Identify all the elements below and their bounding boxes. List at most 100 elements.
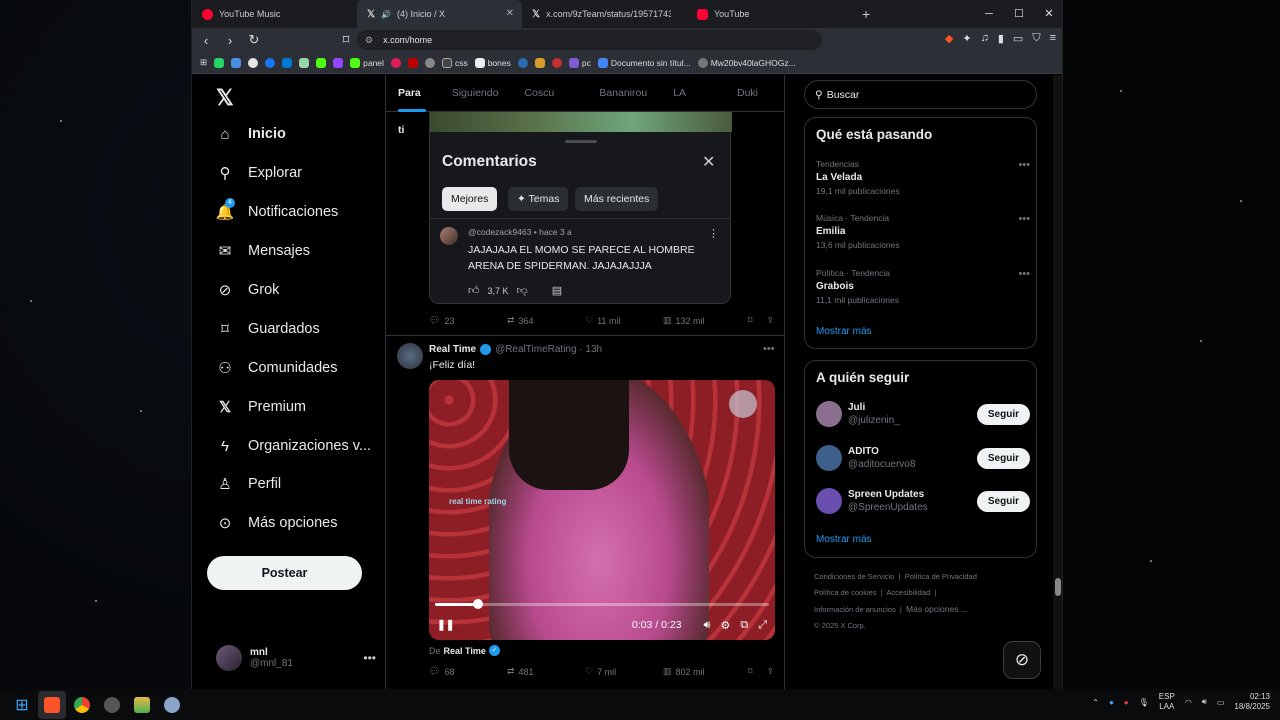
author-name[interactable]: Real Time <box>429 344 476 355</box>
sidebar-icon[interactable]: ▮ <box>998 32 1004 45</box>
tab-la-gula[interactable]: LA GULA <box>673 75 711 136</box>
tab-siguiendo[interactable]: Siguiendo <box>452 75 499 112</box>
reload-icon[interactable]: ↻ <box>244 32 264 48</box>
taskbar-brave[interactable] <box>38 690 66 719</box>
avatar[interactable] <box>397 343 423 369</box>
nav-mas-opciones[interactable]: ⊙ Más opciones <box>216 514 338 532</box>
footer-link[interactable]: Condiciones de Servicio <box>814 572 894 581</box>
nav-grok[interactable]: ⊘ Grok <box>216 281 280 299</box>
more-icon[interactable]: ••• <box>1018 268 1030 280</box>
follow-item[interactable]: Spreen Updates @SpreenUpdates Seguir <box>816 486 1030 516</box>
bookmark-bones[interactable]: bones <box>474 57 511 68</box>
pause-icon[interactable]: ❚❚ <box>437 619 455 631</box>
tab-x-status[interactable]: 𝕏x.com/9zTeam/status/19571743128 <box>522 0 687 28</box>
volume-icon[interactable]: 🔊︎ <box>1202 697 1207 707</box>
tab-para-ti[interactable]: Para ti <box>398 75 426 136</box>
follow-button[interactable]: Seguir <box>976 490 1030 512</box>
filter-mejores[interactable]: Mejores <box>442 187 498 211</box>
tray-app-icon[interactable]: ● <box>1124 698 1129 707</box>
tab-bananirou[interactable]: Bananirou <box>599 75 647 112</box>
tab-duki[interactable]: Duki <box>737 75 758 112</box>
taskbar-app[interactable] <box>128 691 156 719</box>
tray-app-icon[interactable]: ● <box>1109 698 1114 707</box>
views-button[interactable]: ▥ 132 mil <box>663 315 741 326</box>
language-indicator[interactable]: ESP LAA <box>1159 692 1175 712</box>
filter-mas-recientes[interactable]: Más recientes <box>575 187 659 211</box>
close-icon[interactable]: ✕ <box>702 152 715 172</box>
clock[interactable]: 02:13 18/8/2025 <box>1234 692 1270 712</box>
avatar[interactable] <box>440 227 458 245</box>
forward-icon[interactable]: › <box>220 33 240 48</box>
more-icon[interactable]: ••• <box>1018 159 1030 171</box>
thumbs-up-icon[interactable]: 👍︎ <box>468 284 480 297</box>
filter-temas[interactable]: ✦ Temas <box>508 187 569 211</box>
repost-button[interactable]: ⇄ 481 <box>507 666 585 677</box>
site-info-icon[interactable]: ⚙ <box>365 35 373 46</box>
nav-inicio[interactable]: ⌂ Inicio <box>216 125 285 143</box>
start-button[interactable]: ⊞ <box>8 691 36 719</box>
menu-icon[interactable]: ≡ <box>1050 32 1056 45</box>
facebook-icon[interactable] <box>265 57 276 68</box>
trend-item[interactable]: Tendencias La Velada 19,1 mil publicacio… <box>816 159 1030 196</box>
chevron-up-icon[interactable]: ⌃ <box>1092 698 1099 707</box>
nav-mensajes[interactable]: ✉ Mensajes <box>216 242 310 260</box>
views-button[interactable]: ▥ 802 mil <box>663 666 741 677</box>
bookmark-icon[interactable]: ⌑ <box>748 315 753 326</box>
share-icon[interactable]: ⇪ <box>766 666 774 677</box>
footer-link[interactable]: Más opciones ... <box>906 604 968 614</box>
like-button[interactable]: ♡ 11 mil <box>585 315 663 326</box>
nav-notificaciones[interactable]: 🔔 4 Notificaciones <box>216 198 338 221</box>
more-icon[interactable]: ••• <box>363 651 376 665</box>
back-icon[interactable]: ‹ <box>196 33 216 48</box>
close-tab-icon[interactable]: ✕ <box>506 8 514 19</box>
outlook-icon[interactable] <box>282 57 293 68</box>
thumbs-down-icon[interactable]: 👎︎ <box>517 284 528 297</box>
tab-coscu-army[interactable]: Coscu Army <box>524 75 573 136</box>
search-input[interactable]: ⚲ Buscar <box>804 80 1037 109</box>
tab-x-home[interactable]: 𝕏 🔊 (4) Inicio / X ✕ <box>357 0 522 28</box>
wallet-icon[interactable]: ▭ <box>1013 32 1023 45</box>
account-switcher[interactable]: mnl @mnl_81 ••• <box>216 645 376 671</box>
video-progress-bar[interactable] <box>435 599 769 609</box>
bookmark-pc[interactable]: pc <box>568 57 591 68</box>
bookmark-page-icon[interactable]: ⌑ <box>336 32 356 48</box>
trend-item[interactable]: Política · Tendencia Grabois 11,1 mil pu… <box>816 268 1030 305</box>
music-icon[interactable]: ♫ <box>981 32 989 45</box>
mic-icon[interactable]: 🎙︎ <box>1139 698 1149 707</box>
url-input[interactable]: ⚙ x.com/home <box>357 30 822 50</box>
scrollbar[interactable] <box>1053 75 1062 689</box>
footer-link[interactable]: Accesibilidad <box>886 588 930 597</box>
bookmark-css[interactable]: css <box>441 57 468 68</box>
shield-icon[interactable]: ⛉ <box>1032 32 1040 45</box>
footer-link[interactable]: Política de Privacidad <box>905 572 977 581</box>
bookmark-icon[interactable] <box>534 57 545 68</box>
taskbar-chrome[interactable] <box>68 691 96 719</box>
tab-youtube[interactable]: YouTube <box>687 0 852 28</box>
reply-button[interactable]: 💬︎ 68 <box>429 666 507 677</box>
follow-button[interactable]: Seguir <box>976 447 1030 469</box>
more-icon[interactable]: ••• <box>763 343 775 355</box>
follow-item[interactable]: ADITO @aditocuervo8 Seguir <box>816 443 1030 473</box>
author-handle[interactable]: @RealTimeRating · 13h <box>495 344 602 355</box>
drag-handle[interactable] <box>565 140 597 143</box>
video-player[interactable]: real time rating ❚❚ 0:03 / 0:23 🔊︎ ⚙ ⧉ ⤢ <box>429 380 775 640</box>
more-vertical-icon[interactable]: ⋮ <box>708 227 719 240</box>
nav-perfil[interactable]: ♙ Perfil <box>216 475 281 493</box>
apps-grid-icon[interactable]: ⊞ <box>200 57 207 68</box>
new-tab-icon[interactable]: + <box>862 6 870 22</box>
battery-icon[interactable]: ▭ <box>1217 698 1225 707</box>
bookmark-icon[interactable] <box>517 57 528 68</box>
kick-icon[interactable] <box>316 57 327 68</box>
reply-icon[interactable]: ▤ <box>552 284 562 297</box>
post-button[interactable]: Postear <box>207 556 362 590</box>
bookmark-icon[interactable] <box>299 57 310 68</box>
settings-icon[interactable]: ⚙ <box>720 619 730 632</box>
grok-button[interactable]: ⊘ <box>1003 641 1041 679</box>
nav-guardados[interactable]: ⌑ Guardados <box>216 320 320 338</box>
nav-premium[interactable]: 𝕏 Premium <box>216 398 306 416</box>
nav-comunidades[interactable]: ⚇ Comunidades <box>216 359 337 377</box>
bookmark-icon[interactable] <box>390 57 401 68</box>
minimize-icon[interactable]: ─ <box>974 0 1004 28</box>
repost-button[interactable]: ⇄ 364 <box>507 315 585 326</box>
tab-youtube-music[interactable]: YouTube Music <box>192 0 357 28</box>
